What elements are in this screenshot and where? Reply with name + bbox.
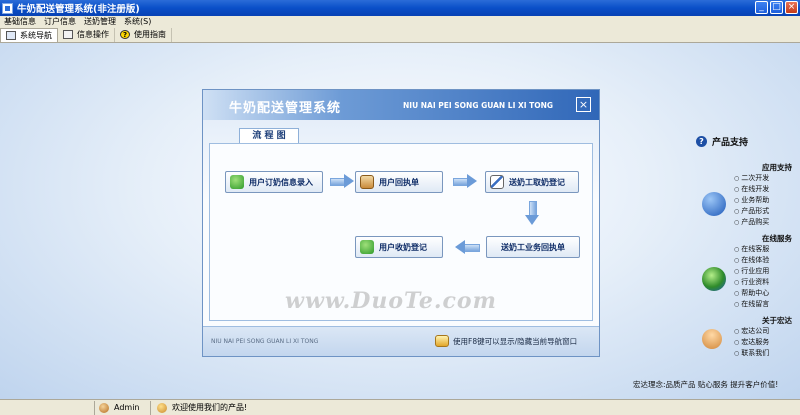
tab-info-operations[interactable]: 信息操作 <box>58 27 115 42</box>
support-link[interactable]: 二次开发 <box>696 173 800 184</box>
workspace: 牛奶配送管理系统 NIU NAI PEI SONG GUAN LI XI TON… <box>0 43 800 399</box>
arrow-right-icon <box>453 174 479 188</box>
user-icon <box>702 329 722 349</box>
menu-bar: 基础信息 订户信息 送奶管理 系统(S) <box>0 16 800 27</box>
support-section-online: 在线服务 在线客服 在线体验 行业应用 行业资料 帮助中心 在线留言 <box>696 233 800 310</box>
menu-basic-info[interactable]: 基础信息 <box>0 16 40 27</box>
section-title: 在线服务 <box>762 234 792 243</box>
status-spacer <box>0 400 95 415</box>
flow-step-order-entry[interactable]: 用户订奶信息录入 <box>225 171 323 193</box>
maximize-button[interactable]: □ <box>770 1 783 14</box>
flow-step-receive-register[interactable]: 用户收奶登记 <box>355 236 443 258</box>
help-icon: ? <box>696 136 707 147</box>
tab-label: 使用指南 <box>134 30 166 39</box>
app-icon[interactable] <box>2 2 13 14</box>
tab-label: 系统导航 <box>20 30 52 40</box>
hint-icon <box>435 335 449 347</box>
flow-step-label: 用户订奶信息录入 <box>249 177 313 187</box>
support-link[interactable]: 联系我们 <box>696 348 800 359</box>
flow-step-label: 送奶工业务回执单 <box>501 242 565 252</box>
status-message: 欢迎使用我们的产品! <box>151 401 800 415</box>
user-icon <box>360 240 374 254</box>
dialog-subtitle: NIU NAI PEI SONG GUAN LI XI TONG <box>403 101 554 110</box>
tab-flowchart[interactable]: 流 程 图 <box>239 128 299 144</box>
navigation-dialog: 牛奶配送管理系统 NIU NAI PEI SONG GUAN LI XI TON… <box>202 89 600 357</box>
flow-step-delivery-receipt[interactable]: 送奶工业务回执单 <box>486 236 580 258</box>
window-title: 牛奶配送管理系统(非注册版) <box>17 4 140 15</box>
flow-step-pickup-register[interactable]: 送奶工取奶登记 <box>485 171 579 193</box>
product-support-panel: ? 产品支持 应用支持 二次开发 在线开发 业务帮助 产品形式 产品购买 在线服… <box>696 135 800 359</box>
dialog-header: 牛奶配送管理系统 NIU NAI PEI SONG GUAN LI XI TON… <box>203 90 599 120</box>
help-icon: ? <box>120 30 130 39</box>
section-title: 关于宏达 <box>762 316 792 325</box>
hint-text: 使用F8键可以显示/隐藏当前导航窗口 <box>453 336 578 346</box>
tab-system-navigation[interactable]: 系统导航 <box>0 27 58 42</box>
f8-hint: 使用F8键可以显示/隐藏当前导航窗口 <box>435 335 577 347</box>
flow-step-label: 用户回执单 <box>379 177 419 187</box>
arrow-icon <box>702 192 726 216</box>
user-icon <box>99 402 109 413</box>
receipt-icon <box>360 175 374 189</box>
globe-icon <box>702 267 726 291</box>
support-link[interactable]: 在线留言 <box>696 299 800 310</box>
toolbar: 系统导航 信息操作 ? 使用指南 <box>0 27 800 43</box>
tab-label: 信息操作 <box>77 30 109 39</box>
minimize-button[interactable]: _ <box>755 1 768 14</box>
support-section-app: 应用支持 二次开发 在线开发 业务帮助 产品形式 产品购买 <box>696 162 800 228</box>
arrow-down-icon <box>525 201 539 225</box>
flow-step-label: 用户收奶登记 <box>379 242 427 252</box>
status-bar: Admin 欢迎使用我们的产品! <box>0 399 800 415</box>
section-title: 应用支持 <box>762 163 792 172</box>
support-link[interactable]: 在线体验 <box>696 255 800 266</box>
watermark: www.DuoTe.com <box>285 288 497 314</box>
menu-subscriber-info[interactable]: 订户信息 <box>40 16 80 27</box>
menu-delivery-management[interactable]: 送奶管理 <box>80 16 120 27</box>
flow-step-user-receipt[interactable]: 用户回执单 <box>355 171 443 193</box>
support-link[interactable]: 产品购买 <box>696 217 800 228</box>
dialog-title: 牛奶配送管理系统 <box>229 101 342 116</box>
dialog-close-button[interactable]: × <box>576 97 591 112</box>
status-user-name: Admin <box>114 403 140 412</box>
menu-system[interactable]: 系统(S) <box>120 16 155 27</box>
status-welcome-text: 欢迎使用我们的产品! <box>172 403 248 412</box>
support-header: ? 产品支持 <box>696 135 800 148</box>
dialog-footer: NIU NAI PEI SONG GUAN LI XI TONG 使用F8键可以… <box>203 326 599 356</box>
arrow-right-icon <box>330 174 356 188</box>
users-icon <box>230 175 244 189</box>
flow-step-label: 送奶工取奶登记 <box>509 177 565 187</box>
title-bar: 牛奶配送管理系统(非注册版) _ □ × <box>0 0 800 16</box>
pen-icon <box>490 175 504 189</box>
footer-pinyin: NIU NAI PEI SONG GUAN LI XI TONG <box>211 338 319 345</box>
document-icon <box>63 30 73 39</box>
support-section-about: 关于宏达 宏达公司 宏达服务 联系我们 <box>696 315 800 359</box>
tab-user-guide[interactable]: ? 使用指南 <box>115 27 172 42</box>
welcome-icon <box>157 402 167 413</box>
window-icon <box>6 30 16 40</box>
close-window-button[interactable]: × <box>785 1 798 14</box>
company-slogan: 宏达理念:品质产品 贴心服务 提升客户价值! <box>633 380 779 389</box>
support-title: 产品支持 <box>712 138 749 148</box>
arrow-left-icon <box>455 240 481 254</box>
status-user: Admin <box>95 400 151 415</box>
dialog-body: 流 程 图 用户订奶信息录入 用户回执单 送奶工取奶登记 送奶工业务回执单 用户… <box>203 120 599 326</box>
support-link[interactable]: 在线客服 <box>696 244 800 255</box>
